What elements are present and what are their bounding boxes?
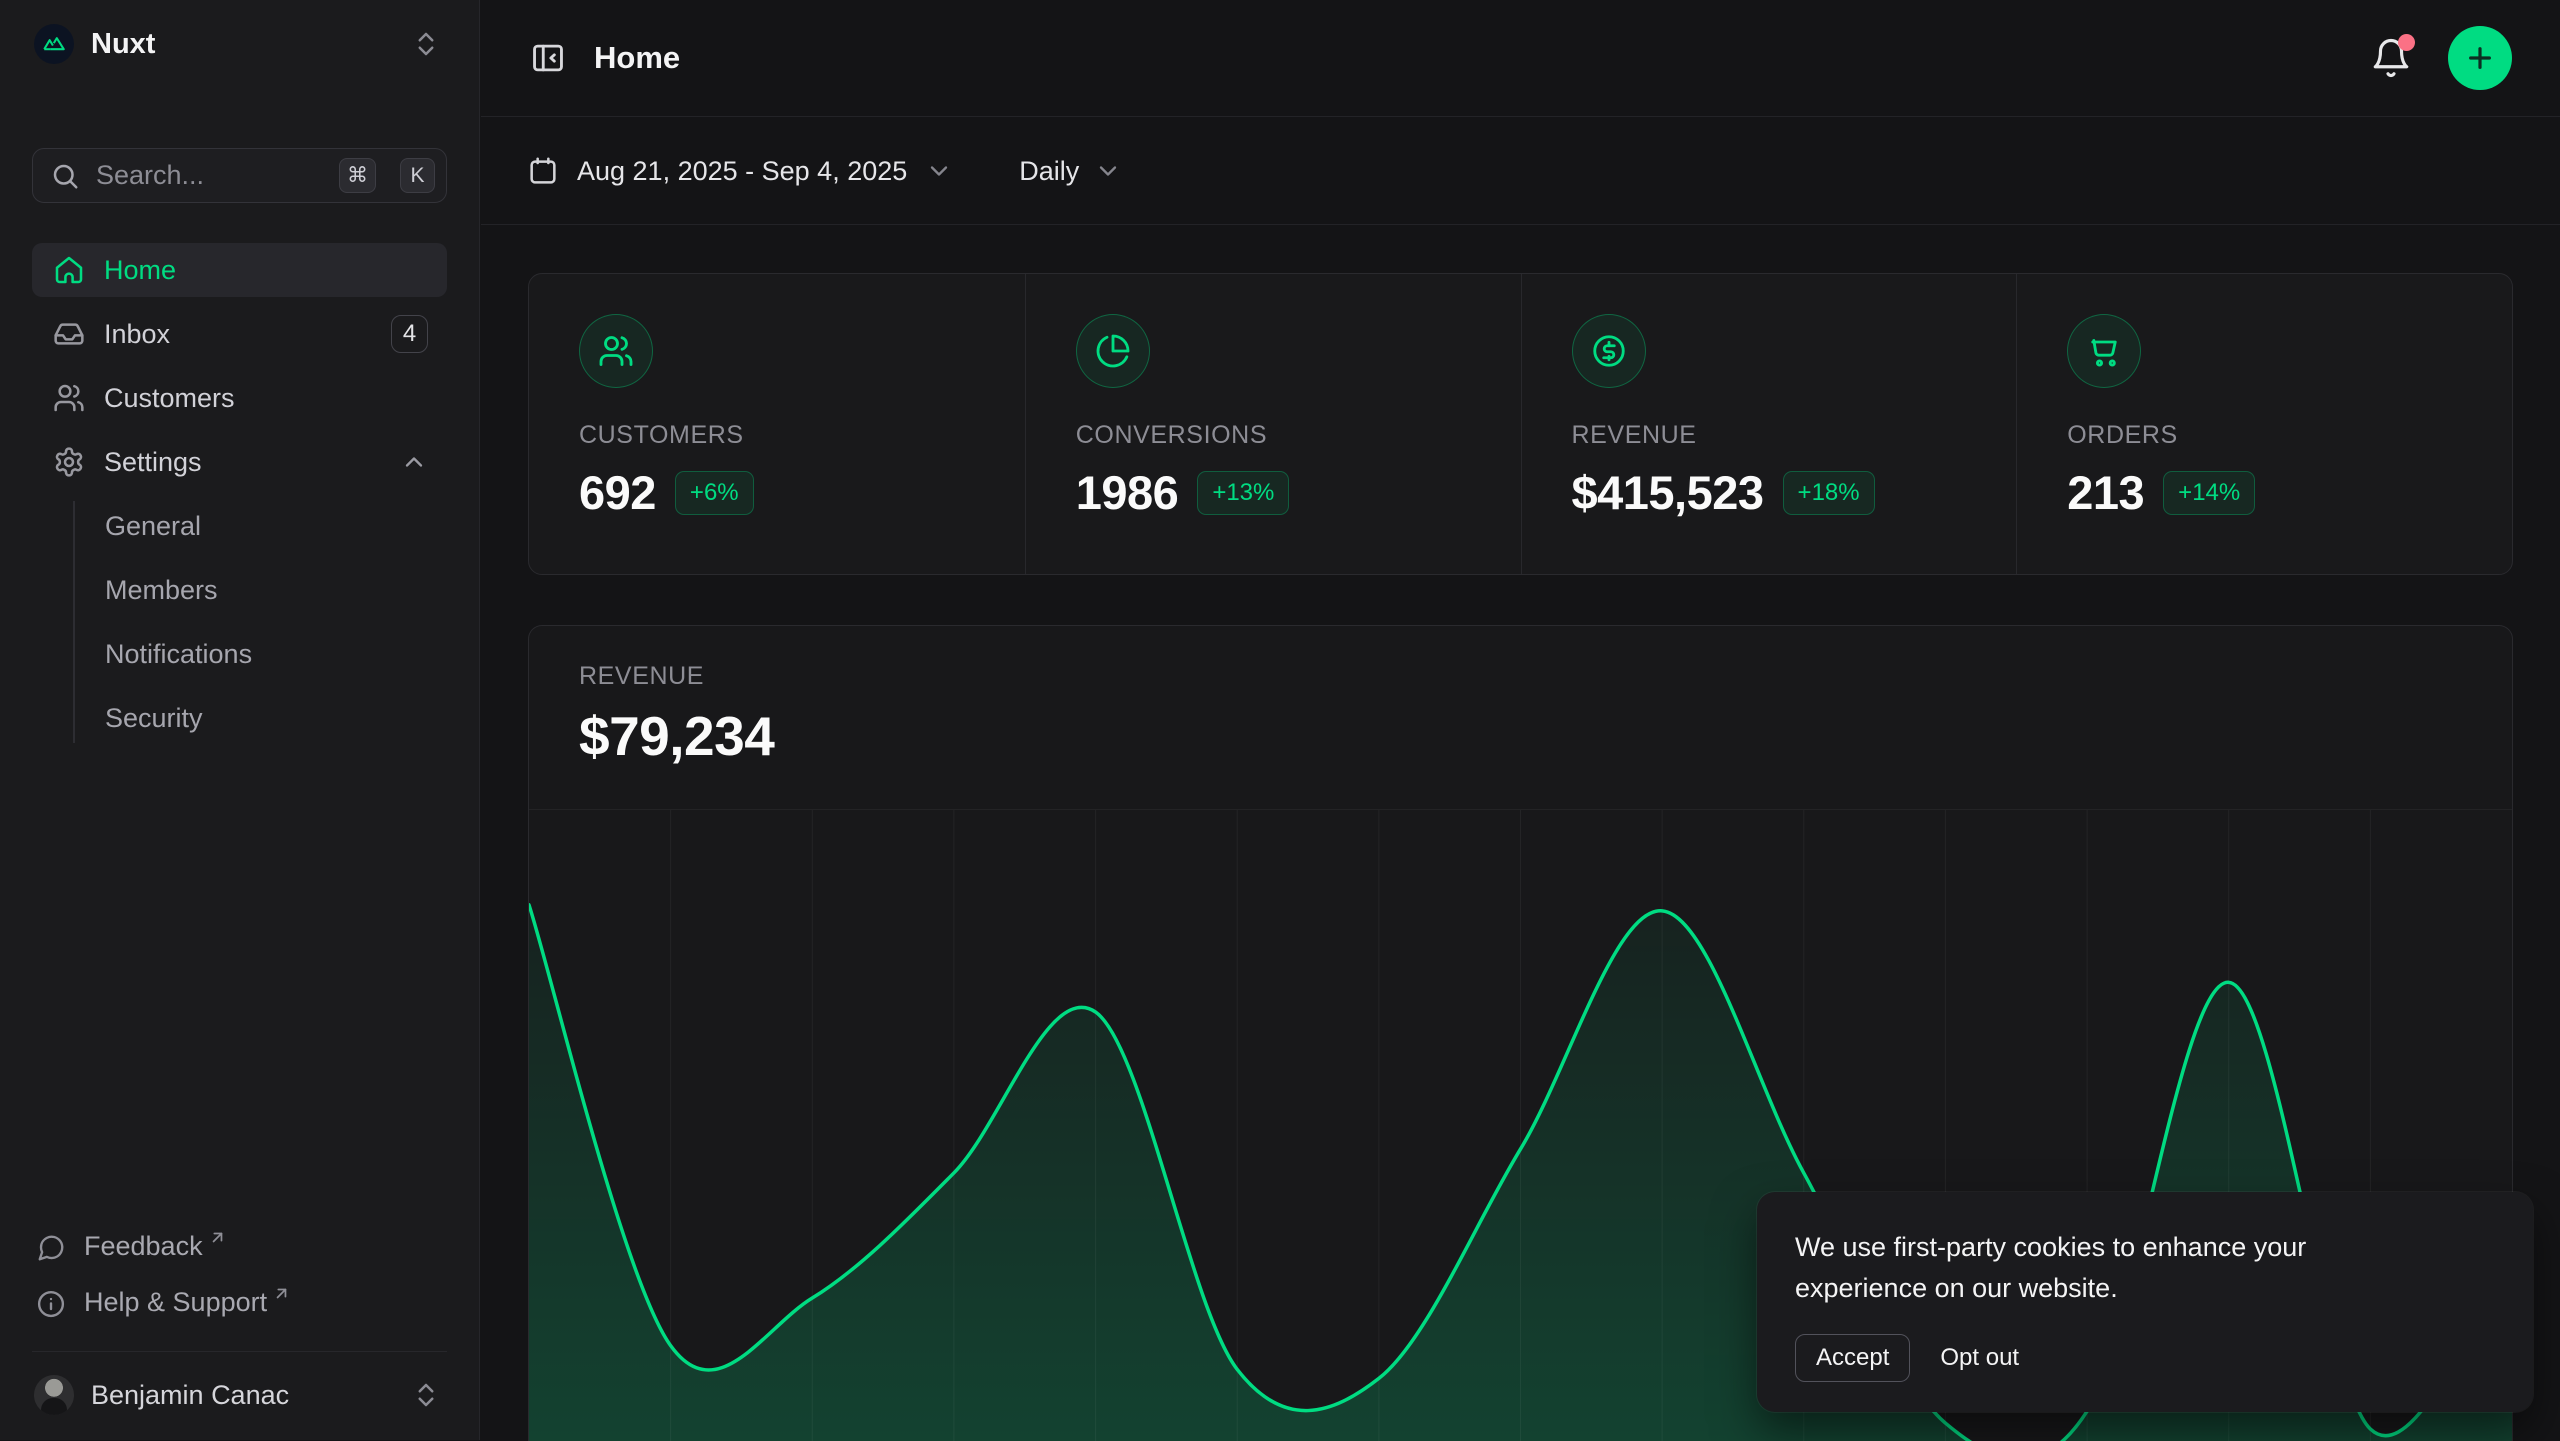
pie-chart-icon [1076, 314, 1150, 388]
user-name: Benjamin Canac [91, 1380, 289, 1411]
inbox-unread-badge: 4 [391, 315, 428, 353]
users-icon [53, 382, 85, 414]
stat-delta-badge: +18% [1783, 471, 1875, 515]
feedback-label: Feedback [84, 1231, 203, 1262]
search-icon [50, 161, 80, 191]
nuxt-logo-icon [34, 24, 74, 64]
sidebar-item-label: Inbox [104, 319, 170, 350]
stat-value: 1986 [1076, 465, 1179, 520]
stat-label: REVENUE [1572, 421, 2017, 450]
search-placeholder: Search... [96, 160, 319, 191]
team-name: Nuxt [91, 28, 155, 61]
kbd-k: K [400, 158, 435, 193]
users-icon [579, 314, 653, 388]
circle-dollar-icon [1572, 314, 1646, 388]
stat-value: $415,523 [1572, 465, 1764, 520]
date-range-label: Aug 21, 2025 - Sep 4, 2025 [577, 156, 907, 187]
stat-card-revenue: REVENUE $415,523 +18% [1521, 274, 2017, 574]
stat-delta-badge: +13% [1197, 471, 1289, 515]
avatar [34, 1375, 74, 1415]
stat-card-orders: ORDERS 213 +14% [2016, 274, 2512, 574]
info-circle-icon [36, 1289, 66, 1319]
sidebar: Nuxt Search... ⌘ K Home [0, 0, 480, 1440]
stat-card-customers: CUSTOMERS 692 +6% [529, 274, 1025, 574]
user-menu[interactable]: Benjamin Canac [32, 1368, 447, 1422]
stat-value: 692 [579, 465, 656, 520]
sidebar-item-settings-general[interactable]: General [73, 499, 447, 553]
period-label: Daily [1019, 156, 1079, 187]
help-support-link[interactable]: Help & Support [32, 1279, 447, 1335]
sidebar-footer: Feedback Help & Support Benjam [32, 1223, 447, 1422]
notification-dot [2398, 34, 2415, 51]
message-bubble-icon [36, 1233, 66, 1263]
cookie-banner: We use first-party cookies to enhance yo… [1757, 1192, 2533, 1412]
add-button[interactable] [2448, 26, 2512, 90]
feedback-link[interactable]: Feedback [32, 1223, 447, 1279]
stats-panel: CUSTOMERS 692 +6% CONVERSIONS 1986 +13% … [528, 273, 2513, 575]
revenue-chart-value: $79,234 [579, 704, 2462, 768]
chevron-down-icon [925, 157, 953, 185]
stat-value: 213 [2067, 465, 2144, 520]
team-switcher[interactable]: Nuxt [32, 22, 447, 66]
stat-card-conversions: CONVERSIONS 1986 +13% [1025, 274, 1521, 574]
settings-subnav: General Members Notifications Security [73, 499, 447, 755]
shopping-cart-icon [2067, 314, 2141, 388]
kbd-meta: ⌘ [339, 158, 376, 193]
divider [32, 1351, 447, 1352]
gear-icon [53, 446, 85, 478]
sidebar-item-label: Home [104, 255, 176, 286]
stat-delta-badge: +6% [675, 471, 754, 515]
cookie-accept-button[interactable]: Accept [1795, 1334, 1910, 1382]
sidebar-item-settings-notifications[interactable]: Notifications [73, 627, 447, 681]
calendar-icon [527, 155, 559, 187]
toolbar: Aug 21, 2025 - Sep 4, 2025 Daily [481, 118, 2560, 225]
notifications-bell-icon[interactable] [2370, 37, 2412, 79]
page-header: Home [481, 0, 2560, 117]
plus-icon [2464, 42, 2496, 74]
revenue-chart-label: REVENUE [579, 662, 2462, 691]
chevron-up-down-icon [411, 1380, 441, 1410]
help-support-label: Help & Support [84, 1287, 267, 1318]
collapse-sidebar-icon[interactable] [529, 39, 567, 77]
stat-label: ORDERS [2067, 421, 2512, 450]
sidebar-item-customers[interactable]: Customers [32, 371, 447, 425]
sidebar-item-inbox[interactable]: Inbox 4 [32, 307, 447, 361]
sidebar-item-home[interactable]: Home [32, 243, 447, 297]
chevron-up-icon [400, 448, 428, 476]
external-link-icon [208, 1228, 227, 1247]
page-title: Home [594, 40, 680, 76]
chevron-down-icon [1094, 157, 1122, 185]
sidebar-nav: Home Inbox 4 Customers [32, 243, 447, 755]
external-link-icon [272, 1284, 291, 1303]
sidebar-item-settings-members[interactable]: Members [73, 563, 447, 617]
cookie-optout-button[interactable]: Opt out [1940, 1344, 2019, 1372]
sidebar-item-label: Customers [104, 383, 235, 414]
cookie-message: We use first-party cookies to enhance yo… [1795, 1227, 2440, 1309]
inbox-icon [53, 318, 85, 350]
sidebar-item-settings-security[interactable]: Security [73, 691, 447, 745]
period-select[interactable]: Daily [1019, 156, 1122, 187]
home-icon [53, 254, 85, 286]
date-range-picker[interactable]: Aug 21, 2025 - Sep 4, 2025 [527, 155, 953, 187]
search-input[interactable]: Search... ⌘ K [32, 148, 447, 203]
header-actions [2370, 26, 2512, 90]
chevron-up-down-icon [411, 29, 441, 59]
stat-label: CUSTOMERS [579, 421, 1025, 450]
stat-delta-badge: +14% [2163, 471, 2255, 515]
sidebar-item-label: Settings [104, 447, 202, 478]
sidebar-item-settings[interactable]: Settings [32, 435, 447, 489]
stat-label: CONVERSIONS [1076, 421, 1521, 450]
